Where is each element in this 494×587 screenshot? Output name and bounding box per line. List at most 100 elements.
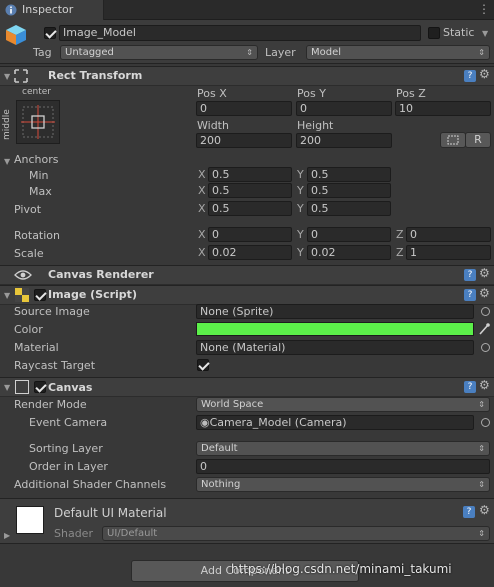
updown-icon: ⇕ [478, 444, 485, 453]
posx-field[interactable]: 0 [196, 101, 292, 116]
source-image-label: Source Image [14, 305, 90, 318]
eyedropper-icon[interactable] [478, 322, 490, 336]
anchor-v-label: middle [2, 109, 12, 140]
pivot-y-field[interactable]: 0.5 [307, 201, 391, 216]
collapse-icon[interactable]: ▼ [4, 291, 10, 300]
max-label: Max [29, 185, 52, 198]
help-icon[interactable]: ? [463, 506, 475, 518]
min-x-axis: X [198, 168, 206, 181]
event-camera-field[interactable]: ◉Camera_Model (Camera) [196, 415, 474, 430]
pivot-x-field[interactable]: 0.5 [208, 201, 292, 216]
rot-y-field[interactable]: 0 [307, 227, 391, 242]
scale-x-axis: X [198, 246, 206, 259]
name-field[interactable]: Image_Model [59, 25, 421, 41]
color-label: Color [14, 323, 43, 336]
updown-icon: ⇕ [478, 529, 485, 538]
canvas-title: Canvas [48, 381, 93, 394]
help-icon[interactable]: ? [464, 269, 476, 281]
help-icon[interactable]: ? [464, 70, 476, 82]
image-enabled-checkbox[interactable] [34, 289, 46, 301]
posy-field[interactable]: 0 [296, 101, 392, 116]
menu-icon[interactable]: ⋮ [478, 2, 490, 16]
rot-z-axis: Z [396, 228, 404, 241]
width-label: Width [197, 119, 229, 132]
help-icon[interactable]: ? [464, 289, 476, 301]
canvas-enabled-checkbox[interactable] [34, 381, 46, 393]
updown-icon: ⇕ [246, 48, 253, 57]
canvas-renderer-title: Canvas Renderer [48, 268, 154, 281]
anchors-label: Anchors [14, 153, 59, 166]
rot-z-field[interactable]: 0 [406, 227, 491, 242]
object-picker-icon[interactable] [481, 343, 490, 352]
scale-x-field[interactable]: 0.02 [208, 245, 292, 260]
tag-label: Tag [33, 46, 52, 59]
collapse-icon[interactable]: ▼ [4, 383, 10, 392]
static-checkbox[interactable] [428, 27, 440, 39]
gear-icon[interactable]: ⚙ [479, 67, 490, 81]
source-image-field[interactable]: None (Sprite) [196, 304, 474, 319]
gear-icon[interactable]: ⚙ [479, 503, 490, 517]
material-label: Material [14, 341, 59, 354]
height-field[interactable]: 200 [296, 133, 392, 148]
layer-value: Model [311, 47, 342, 58]
posy-label: Pos Y [297, 87, 326, 100]
active-checkbox[interactable] [44, 27, 56, 39]
width-field[interactable]: 200 [196, 133, 292, 148]
shader-channels-dropdown[interactable]: Nothing ⇕ [196, 477, 490, 492]
gear-icon[interactable]: ⚙ [479, 378, 490, 392]
tag-value: Untagged [65, 47, 114, 58]
gear-icon[interactable]: ⚙ [479, 286, 490, 300]
shader-value: UI/Default [107, 528, 158, 539]
color-swatch[interactable] [196, 322, 474, 336]
collapse-icon[interactable]: ▼ [4, 72, 10, 81]
sorting-layer-dropdown[interactable]: Default ⇕ [196, 441, 490, 456]
anchors-collapse-icon[interactable]: ▼ [4, 157, 10, 166]
scale-y-field[interactable]: 0.02 [307, 245, 391, 260]
watermark: https://blog.csdn.net/minami_takumi [231, 562, 452, 576]
static-dropdown-icon[interactable]: ▼ [482, 29, 488, 38]
min-y-field[interactable]: 0.5 [307, 167, 391, 182]
raw-edit-button[interactable]: R [465, 132, 491, 148]
max-x-field[interactable]: 0.5 [208, 183, 292, 198]
pivot-x-axis: X [198, 202, 206, 215]
posz-field[interactable]: 10 [395, 101, 491, 116]
material-field[interactable]: None (Material) [196, 340, 474, 355]
static-label: Static [443, 26, 475, 39]
min-y-axis: Y [297, 168, 304, 181]
order-in-layer-label: Order in Layer [29, 460, 108, 473]
raycast-target-checkbox[interactable] [197, 359, 209, 371]
shader-label: Shader [54, 527, 93, 540]
event-camera-value: Camera_Model (Camera) [209, 416, 347, 429]
shader-dropdown[interactable]: UI/Default ⇕ [102, 526, 490, 541]
rect-transform-icon [14, 69, 28, 83]
anchor-preset-button[interactable] [16, 100, 60, 144]
blueprint-mode-button[interactable] [440, 132, 466, 148]
gear-icon[interactable]: ⚙ [479, 266, 490, 280]
pivot-label: Pivot [14, 203, 42, 216]
material-title: Default UI Material [54, 506, 167, 520]
image-component-icon [15, 288, 29, 302]
tab-inspector[interactable]: Inspector [0, 0, 104, 20]
order-in-layer-field[interactable]: 0 [196, 459, 490, 474]
tab-label: Inspector [22, 3, 74, 16]
min-x-field[interactable]: 0.5 [208, 167, 292, 182]
updown-icon: ⇕ [478, 480, 485, 489]
help-icon[interactable]: ? [464, 381, 476, 393]
scale-z-field[interactable]: 1 [406, 245, 491, 260]
render-mode-dropdown[interactable]: World Space ⇕ [196, 397, 490, 412]
render-mode-value: World Space [201, 399, 264, 410]
max-y-field[interactable]: 0.5 [307, 183, 391, 198]
height-label: Height [297, 119, 334, 132]
min-label: Min [29, 169, 49, 182]
shader-channels-value: Nothing [201, 479, 241, 490]
gameobject-cube-icon [6, 25, 26, 45]
rot-x-field[interactable]: 0 [208, 227, 292, 242]
render-mode-label: Render Mode [14, 398, 87, 411]
tag-dropdown[interactable]: Untagged ⇕ [60, 45, 258, 60]
layer-dropdown[interactable]: Model ⇕ [306, 45, 490, 60]
object-picker-icon[interactable] [481, 307, 490, 316]
object-picker-icon[interactable] [481, 418, 490, 427]
expand-icon[interactable]: ▶ [4, 531, 10, 540]
shader-channels-label: Additional Shader Channels [14, 478, 167, 491]
blueprint-icon [447, 135, 459, 145]
